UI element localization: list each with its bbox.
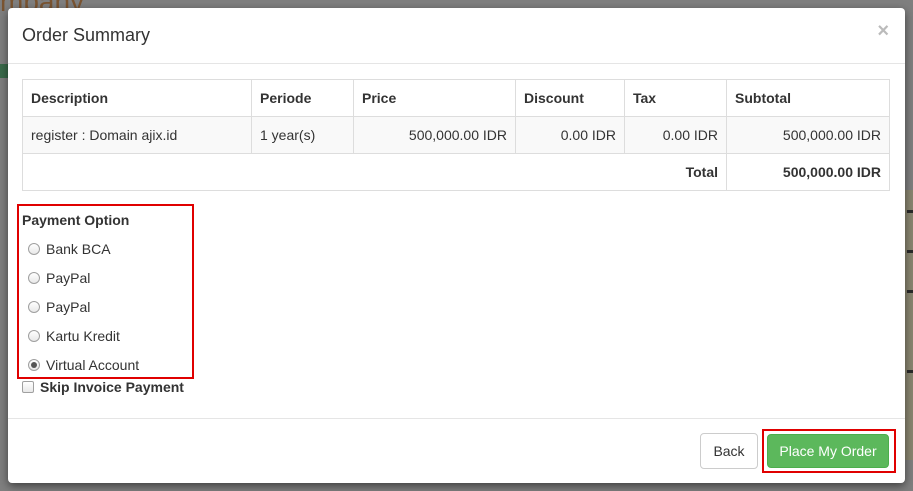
order-table: Description Periode Price Discount Tax S… [22,79,890,191]
background-right-panel [905,190,913,460]
cell-price: 500,000.00 IDR [353,116,516,154]
radio-icon[interactable] [28,301,40,313]
column-header-periode: Periode [251,79,354,117]
payment-option-label: Virtual Account [46,357,140,373]
radio-icon[interactable] [28,330,40,342]
total-row: Total 500,000.00 IDR [22,153,890,191]
column-header-tax: Tax [624,79,727,117]
skip-invoice-label: Skip Invoice Payment [40,379,184,395]
payment-option-virtual-account[interactable]: Virtual Account [28,355,139,375]
checkbox-icon[interactable] [22,381,34,393]
cell-description: register : Domain ajix.id [22,116,252,154]
place-order-button[interactable]: Place My Order [767,434,889,468]
skip-invoice-option[interactable]: Skip Invoice Payment [22,379,184,395]
modal-title: Order Summary [22,25,151,45]
total-value: 500,000.00 IDR [726,153,890,191]
table-header-row: Description Periode Price Discount Tax S… [22,79,890,117]
payment-option-label: PayPal [46,270,91,286]
column-header-discount: Discount [515,79,625,117]
payment-option-label: Kartu Kredit [46,328,120,344]
cell-discount: 0.00 IDR [515,116,625,154]
cell-tax: 0.00 IDR [624,116,727,154]
payment-option-paypal-2[interactable]: PayPal [28,297,90,317]
payment-option-highlight [17,204,194,379]
payment-option-kartu-kredit[interactable]: Kartu Kredit [28,326,120,346]
payment-option-section: Payment Option [22,212,129,228]
payment-option-paypal-1[interactable]: PayPal [28,268,90,288]
total-label: Total [22,153,727,191]
close-icon[interactable]: × [877,21,889,41]
payment-option-label: PayPal [46,299,91,315]
column-header-price: Price [353,79,516,117]
payment-option-label: Bank BCA [46,241,111,257]
order-summary-modal: Order Summary × Description Periode Pric… [8,8,905,483]
radio-icon[interactable] [28,243,40,255]
payment-option-title: Payment Option [22,212,130,228]
radio-checked-icon[interactable] [28,359,40,371]
modal-header: Order Summary × [8,8,905,64]
cell-subtotal: 500,000.00 IDR [726,116,890,154]
cell-periode: 1 year(s) [251,116,354,154]
column-header-subtotal: Subtotal [726,79,890,117]
radio-icon[interactable] [28,272,40,284]
table-row: register : Domain ajix.id 1 year(s) 500,… [22,116,890,154]
background-stripe [0,64,8,78]
back-button[interactable]: Back [700,433,758,469]
payment-option-bank-bca[interactable]: Bank BCA [28,239,111,259]
column-header-description: Description [22,79,252,117]
